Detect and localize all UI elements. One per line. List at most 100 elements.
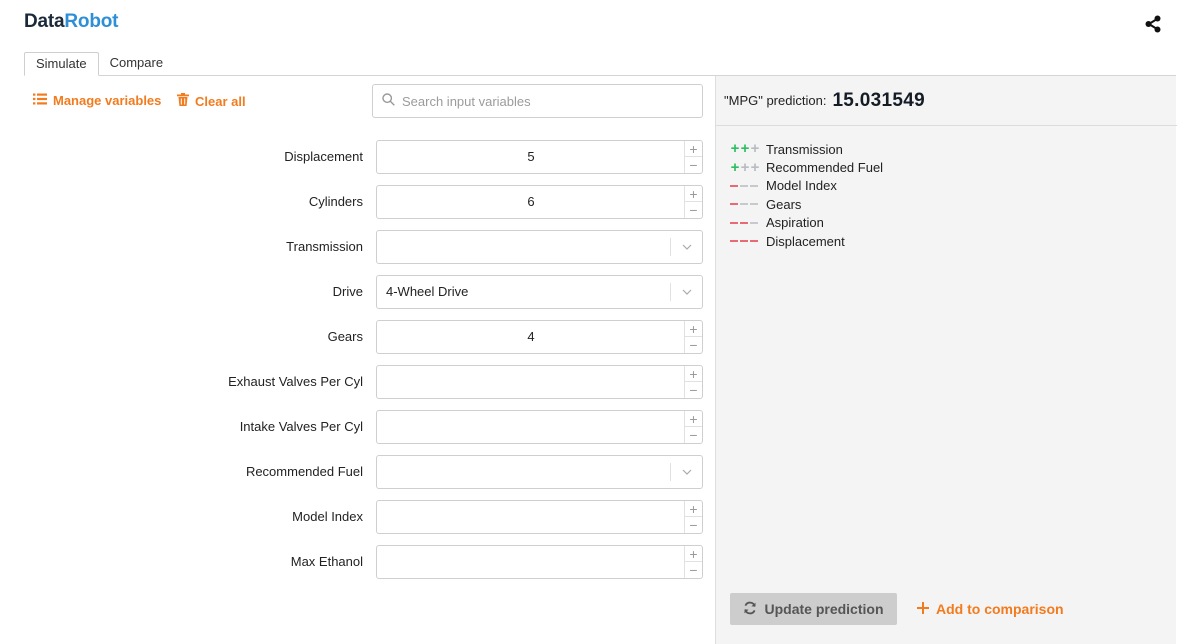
field-row: Model Index + − xyxy=(0,500,705,534)
positive-impact-icon: + + + xyxy=(730,140,760,158)
increment-icon[interactable]: + xyxy=(685,411,702,427)
add-to-comparison-label: Add to comparison xyxy=(936,601,1064,617)
tab-compare[interactable]: Compare xyxy=(99,52,174,76)
chevron-down-icon[interactable] xyxy=(670,238,702,256)
field-row: Recommended Fuel xyxy=(0,455,705,489)
model-index-input[interactable]: + − xyxy=(376,500,703,534)
impact-item: Model Index xyxy=(730,177,883,195)
impact-item: + + + Recommended Fuel xyxy=(730,158,883,176)
transmission-select[interactable] xyxy=(376,230,703,264)
logo-text-data: Data xyxy=(24,11,65,32)
number-stepper: + − xyxy=(684,366,702,398)
share-icon[interactable] xyxy=(1143,14,1163,34)
field-row: Drive 4-Wheel Drive xyxy=(0,275,705,309)
field-label: Transmission xyxy=(286,239,363,254)
add-to-comparison-button[interactable]: Add to comparison xyxy=(917,593,1064,625)
impact-item: + + + Transmission xyxy=(730,140,883,158)
field-row: Intake Valves Per Cyl + − xyxy=(0,410,705,444)
increment-icon[interactable]: + xyxy=(685,321,702,337)
prediction-value: 15.031549 xyxy=(832,89,925,111)
decrement-icon[interactable]: − xyxy=(685,517,702,533)
negative-impact-icon xyxy=(730,203,766,206)
increment-icon[interactable]: + xyxy=(685,186,702,202)
field-row: Max Ethanol + − xyxy=(0,545,705,579)
field-label: Gears xyxy=(327,329,363,344)
logo-text-robot: Robot xyxy=(64,11,119,32)
chevron-down-icon[interactable] xyxy=(670,283,702,301)
prediction-label: "MPG" prediction: xyxy=(724,93,827,108)
number-stepper: + − xyxy=(684,186,702,218)
impact-name: Transmission xyxy=(766,141,843,157)
field-row: Displacement 5 + − xyxy=(0,140,705,174)
update-prediction-button[interactable]: Update prediction xyxy=(730,593,897,625)
field-value xyxy=(377,456,667,488)
number-stepper: + − xyxy=(684,501,702,533)
manage-variables-label: Manage variables xyxy=(53,93,162,108)
decrement-icon[interactable]: − xyxy=(685,337,702,353)
field-value: 4 xyxy=(527,329,535,344)
impact-item: Displacement xyxy=(730,232,883,250)
tab-simulate[interactable]: Simulate xyxy=(24,52,99,76)
trash-icon xyxy=(177,93,189,109)
field-value xyxy=(377,366,685,398)
field-value xyxy=(377,546,685,578)
decrement-icon[interactable]: − xyxy=(685,562,702,578)
decrement-icon[interactable]: − xyxy=(685,202,702,218)
intake-valves-per-cyl-input[interactable]: + − xyxy=(376,410,703,444)
decrement-icon[interactable]: − xyxy=(685,157,702,173)
clear-all-label: Clear all xyxy=(195,93,246,109)
prediction-panel: "MPG" prediction: 15.031549 + + + Transmiss… xyxy=(715,76,1177,644)
number-stepper: + − xyxy=(684,546,702,578)
search-icon xyxy=(382,93,395,109)
number-stepper: + − xyxy=(684,411,702,443)
field-value xyxy=(377,501,685,533)
field-value: 6 xyxy=(527,194,535,209)
impact-list: + + + Transmission + + + Recommended Fuel Model … xyxy=(730,140,883,250)
number-stepper: + − xyxy=(684,141,702,173)
increment-icon[interactable]: + xyxy=(685,141,702,157)
increment-icon[interactable]: + xyxy=(685,546,702,562)
displacement-input[interactable]: 5 + − xyxy=(376,140,703,174)
exhaust-valves-per-cyl-input[interactable]: + − xyxy=(376,365,703,399)
negative-impact-icon xyxy=(730,240,766,243)
field-label: Exhaust Valves Per Cyl xyxy=(228,374,363,389)
update-prediction-label: Update prediction xyxy=(764,601,884,617)
chevron-down-icon[interactable] xyxy=(670,463,702,481)
field-label: Intake Valves Per Cyl xyxy=(239,419,363,434)
field-value: 4-Wheel Drive xyxy=(386,284,469,299)
negative-impact-icon xyxy=(730,221,766,224)
field-label: Cylinders xyxy=(308,194,363,209)
increment-icon[interactable]: + xyxy=(685,501,702,517)
clear-all-button[interactable]: Clear all xyxy=(177,93,246,109)
recommended-fuel-select[interactable] xyxy=(376,455,703,489)
gears-input[interactable]: 4 + − xyxy=(376,320,703,354)
search-input[interactable] xyxy=(402,93,692,109)
field-value: 5 xyxy=(527,149,535,164)
datarobot-logo: DataRobot xyxy=(24,11,118,33)
list-icon xyxy=(33,93,47,108)
impact-name: Model Index xyxy=(766,178,837,194)
field-row: Transmission xyxy=(0,230,705,264)
field-label: Model Index xyxy=(292,509,363,524)
impact-item: Aspiration xyxy=(730,214,883,232)
manage-variables-button[interactable]: Manage variables xyxy=(33,93,161,108)
field-label: Drive xyxy=(332,284,363,299)
field-value xyxy=(377,411,685,443)
max-ethanol-input[interactable]: + − xyxy=(376,545,703,579)
decrement-icon[interactable]: − xyxy=(685,382,702,398)
tab-bar: Simulate Compare xyxy=(24,52,174,76)
search-box xyxy=(372,84,703,118)
impact-item: Gears xyxy=(730,195,883,213)
drive-select[interactable]: 4-Wheel Drive xyxy=(376,275,703,309)
field-row: Exhaust Valves Per Cyl + − xyxy=(0,365,705,399)
increment-icon[interactable]: + xyxy=(685,366,702,382)
field-label: Displacement xyxy=(284,149,363,164)
impact-name: Gears xyxy=(766,196,802,212)
cylinders-input[interactable]: 6 + − xyxy=(376,185,703,219)
plus-icon xyxy=(917,601,929,617)
decrement-icon[interactable]: − xyxy=(685,427,702,443)
negative-impact-icon xyxy=(730,184,766,187)
positive-impact-icon: + + + xyxy=(730,158,760,176)
impact-name: Recommended Fuel xyxy=(766,160,884,176)
field-row: Cylinders 6 + − xyxy=(0,185,705,219)
